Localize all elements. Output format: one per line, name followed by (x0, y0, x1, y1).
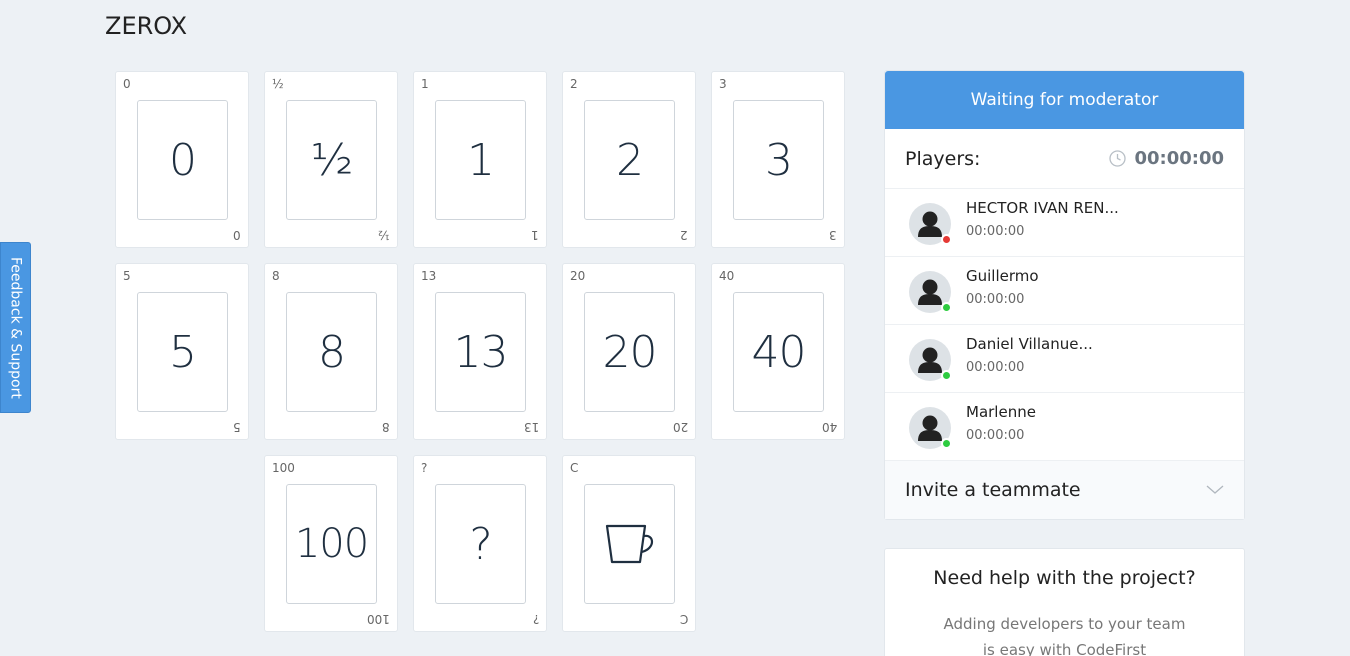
card-half[interactable]: ½ ½ ½ (264, 71, 398, 248)
chevron-down-icon (1206, 485, 1224, 494)
card-face: 5 (137, 292, 228, 412)
card-8[interactable]: 8 8 8 (264, 263, 398, 440)
card-corner-bottom: 8 (382, 420, 390, 434)
card-question[interactable]: ? ? ? (413, 455, 547, 632)
player-name: Guillermo (966, 267, 1039, 285)
timer-value: 00:00:00 (1134, 148, 1224, 169)
card-corner-top: 2 (570, 77, 578, 91)
card-corner-bottom: 5 (233, 420, 241, 434)
avatar (909, 339, 952, 381)
card-face: 20 (584, 292, 675, 412)
card-corner-bottom: 2 (680, 228, 688, 242)
card-corner-bottom: 1 (531, 228, 539, 242)
feedback-label: Feedback & Support (7, 256, 24, 399)
player-time: 00:00:00 (966, 428, 1025, 443)
card-corner-bottom: 0 (233, 228, 241, 242)
card-face: 1 (435, 100, 526, 220)
page-title: ZEROX (105, 12, 188, 40)
card-13[interactable]: 13 13 13 (413, 263, 547, 440)
feedback-support-tab[interactable]: Feedback & Support (0, 242, 31, 413)
card-corner-top: ? (421, 461, 428, 475)
card-corner-top: 1 (421, 77, 429, 91)
help-body: Adding developers to your team is easy w… (885, 611, 1244, 656)
help-line: Adding developers to your team (943, 615, 1186, 633)
player-time: 00:00:00 (966, 360, 1025, 375)
card-5[interactable]: 5 5 5 (115, 263, 249, 440)
card-corner-bottom: 13 (523, 420, 539, 434)
card-corner-top: 20 (570, 269, 586, 283)
player-row: Daniel Villanue... 00:00:00 (885, 325, 1244, 393)
card-40[interactable]: 40 40 40 (711, 263, 845, 440)
status-dot (941, 370, 952, 381)
card-corner-bottom: ½ (378, 228, 390, 242)
card-corner-top: 40 (719, 269, 735, 283)
card-face: 13 (435, 292, 526, 412)
card-face: 100 (286, 484, 377, 604)
status-banner: Waiting for moderator (885, 71, 1244, 129)
card-face: 40 (733, 292, 824, 412)
card-face: 8 (286, 292, 377, 412)
status-dot (941, 438, 952, 449)
card-20[interactable]: 20 20 20 (562, 263, 696, 440)
card-0[interactable]: 0 0 0 (115, 71, 249, 248)
player-row: HECTOR IVAN REN... 00:00:00 (885, 189, 1244, 257)
card-100[interactable]: 100 100 100 (264, 455, 398, 632)
help-line: is easy with CodeFirst (982, 641, 1147, 656)
clock-icon (1109, 150, 1127, 167)
card-corner-top: 3 (719, 77, 727, 91)
player-row: Guillermo 00:00:00 (885, 257, 1244, 325)
timer: 00:00:00 (1109, 148, 1224, 169)
card-face: 2 (584, 100, 675, 220)
player-name: Marlenne (966, 403, 1036, 421)
avatar (909, 271, 952, 313)
card-corner-top: C (570, 461, 579, 475)
players-label: Players: (905, 147, 981, 170)
players-panel: Waiting for moderator Players: 00:00:00 … (884, 70, 1245, 520)
status-dot (941, 234, 952, 245)
card-corner-bottom: C (679, 612, 688, 626)
card-face: ½ (286, 100, 377, 220)
coffee-cup-icon (605, 524, 653, 564)
card-coffee[interactable]: C C (562, 455, 696, 632)
card-corner-top: 100 (272, 461, 295, 475)
card-corner-bottom: ? (532, 612, 539, 626)
card-3[interactable]: 3 3 3 (711, 71, 845, 248)
invite-label: Invite a teammate (905, 479, 1081, 501)
player-time: 00:00:00 (966, 224, 1025, 239)
card-corner-bottom: 100 (367, 612, 390, 626)
card-corner-top: 8 (272, 269, 280, 283)
invite-teammate-toggle[interactable]: Invite a teammate (885, 461, 1244, 519)
card-face: ? (435, 484, 526, 604)
card-corner-bottom: 20 (672, 420, 688, 434)
card-corner-top: 5 (123, 269, 131, 283)
card-face: 3 (733, 100, 824, 220)
player-name: HECTOR IVAN REN... (966, 199, 1119, 217)
card-face: 0 (137, 100, 228, 220)
avatar (909, 407, 952, 449)
players-header: Players: 00:00:00 (885, 129, 1244, 189)
card-corner-top: 13 (421, 269, 437, 283)
player-time: 00:00:00 (966, 292, 1025, 307)
card-2[interactable]: 2 2 2 (562, 71, 696, 248)
player-name: Daniel Villanue... (966, 335, 1093, 353)
help-card: Need help with the project? Adding devel… (884, 548, 1245, 656)
avatar (909, 203, 952, 245)
card-corner-bottom: 3 (829, 228, 837, 242)
card-corner-bottom: 40 (821, 420, 837, 434)
card-corner-top: ½ (272, 77, 284, 91)
card-face (584, 484, 675, 604)
card-1[interactable]: 1 1 1 (413, 71, 547, 248)
status-dot (941, 302, 952, 313)
card-corner-top: 0 (123, 77, 131, 91)
help-title: Need help with the project? (933, 567, 1196, 589)
player-row: Marlenne 00:00:00 (885, 393, 1244, 461)
